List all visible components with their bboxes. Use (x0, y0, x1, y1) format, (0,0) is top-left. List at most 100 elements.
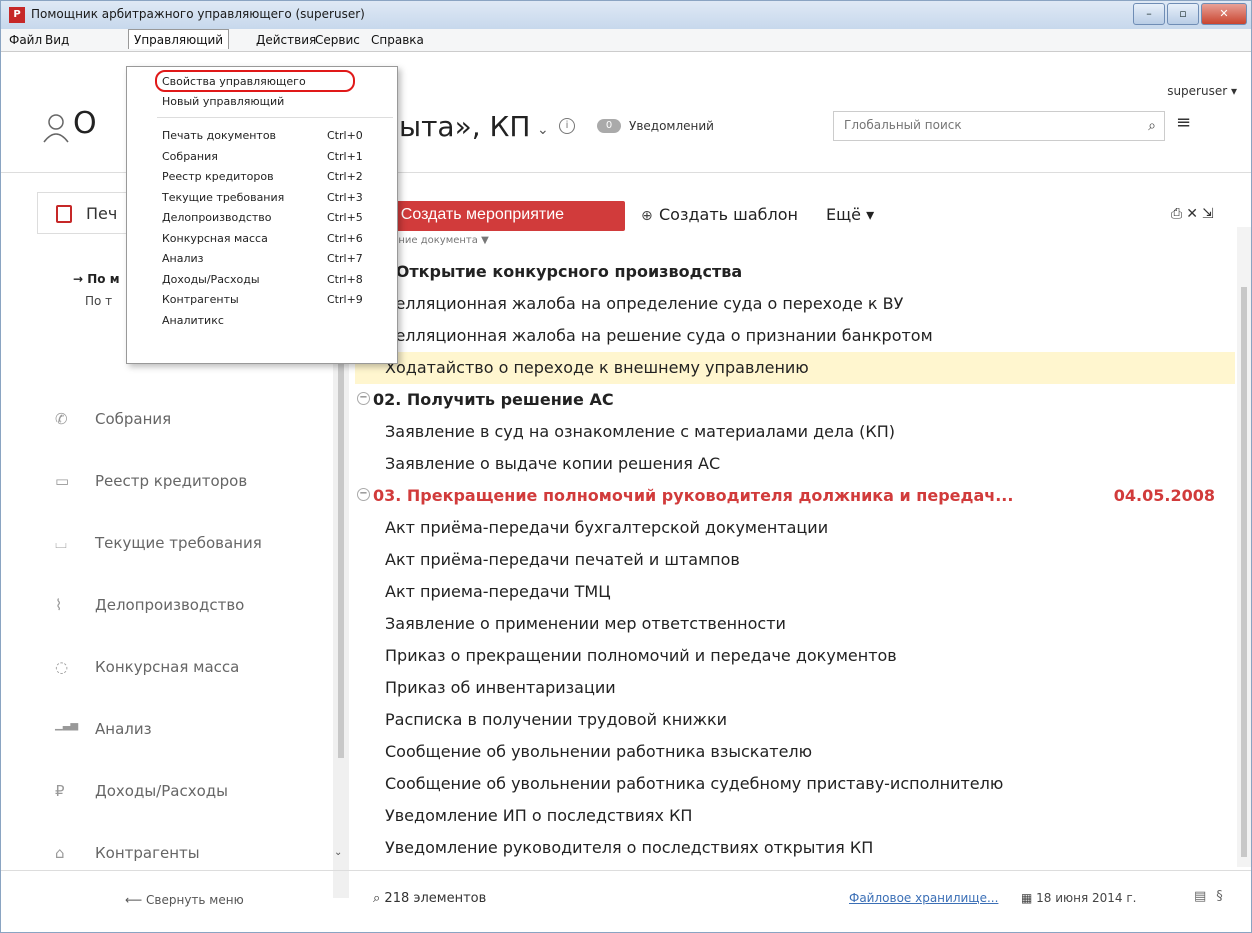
bank-icon: ⌂ (55, 844, 65, 862)
window-title: Помощник арбитражного управляющего (supe… (31, 7, 365, 21)
scroll-down-icon[interactable]: ⌄ (334, 847, 342, 858)
menu-item-new-manager[interactable]: Новый управляющий (162, 95, 284, 108)
menu-item[interactable]: Доходы/Расходы (162, 273, 260, 286)
menu-item[interactable]: Аналитикс (162, 314, 224, 327)
info-icon[interactable]: i (559, 118, 575, 134)
paperclip-icon: ⌇ (55, 596, 63, 614)
menu-shortcut: Ctrl+8 (327, 272, 363, 286)
chevron-down-icon[interactable]: ⌄ (537, 122, 549, 138)
menu-item[interactable]: Контрагенты (162, 293, 239, 306)
menu-item[interactable]: Анализ (162, 252, 204, 265)
row-title: Заявление о выдаче копии решения АС (385, 454, 721, 473)
row-title: Сообщение об увольнении работника судебн… (385, 774, 1004, 793)
template-icon[interactable]: ⊕ (641, 208, 653, 224)
notes-icon[interactable]: ▤ (1194, 889, 1216, 904)
table-row[interactable]: Приказ об инвентаризации (355, 672, 1235, 704)
notification-label[interactable]: Уведомлений (629, 119, 714, 133)
create-template-button[interactable]: Создать шаблон (659, 205, 798, 224)
org-title-start[interactable]: О (73, 106, 97, 141)
profile-icon (43, 114, 69, 143)
table-row[interactable]: Сообщение об увольнении работника судебн… (355, 768, 1235, 800)
search-input[interactable] (842, 117, 1126, 133)
item-count: ⌕ 218 элементов (373, 891, 487, 906)
row-title: Акт приема-передачи ТМЦ (385, 582, 611, 601)
maximize-button[interactable]: ▫ (1167, 3, 1199, 25)
menu-item[interactable]: Собрания (162, 150, 218, 163)
row-title: 1. Открытие конкурсного производства (373, 262, 743, 281)
sort-sub-label: По т (85, 294, 113, 308)
table-row[interactable]: Приказ о прекращении полномочий и переда… (355, 640, 1235, 672)
row-title: Заявление о применении мер ответственнос… (385, 614, 786, 633)
sidebar-item-label: Печ (86, 204, 118, 223)
menu-manager[interactable]: Управляющий (128, 29, 230, 49)
collapse-toggle-icon[interactable]: − (357, 488, 370, 501)
menu-item[interactable]: Печать документов (162, 129, 276, 142)
table-row[interactable]: Заявление в суд на ознакомление с матери… (355, 416, 1235, 448)
hamburger-menu-icon[interactable]: ≡ (1176, 112, 1191, 133)
menu-service[interactable]: Сервис (315, 33, 360, 47)
table-row[interactable]: Акт приема-передачи ТМЦ (355, 576, 1235, 608)
menu-shortcut: Ctrl+2 (327, 170, 363, 183)
menu-help[interactable]: Справка (371, 33, 424, 47)
group-row[interactable]: −02. Получить решение АС (355, 384, 1235, 416)
table-row[interactable]: Расписка в получении трудовой книжки (355, 704, 1235, 736)
sort-label[interactable]: → По м (73, 272, 120, 286)
status-date: ▦ 18 июня 2014 г. (1021, 891, 1137, 905)
table-row[interactable]: пелляционная жалоба на определение суда … (355, 288, 1235, 320)
user-menu[interactable]: superuser ▾ (1167, 84, 1237, 98)
table-row[interactable]: Акт приёма-передачи печатей и штампов (355, 544, 1235, 576)
search-icon[interactable]: ⌕ (1148, 118, 1156, 134)
menu-item[interactable]: Реестр кредиторов (162, 170, 274, 183)
ruble-icon: ₽ (55, 782, 65, 800)
table-row[interactable]: Акт приёма-передачи бухгалтерской докуме… (355, 512, 1235, 544)
row-title: пелляционная жалоба на решение суда о пр… (385, 326, 933, 345)
group-row[interactable]: −03. Прекращение полномочий руководителя… (355, 480, 1235, 512)
global-search[interactable]: ⌕ (833, 111, 1165, 141)
export-icon[interactable]: ⇲ (1202, 206, 1218, 222)
document-icon (56, 205, 72, 223)
menu-file[interactable]: Файл (9, 33, 42, 47)
create-event-button[interactable]: + Создать мероприятие (365, 201, 625, 231)
table-row[interactable]: пелляционная жалоба на решение суда о пр… (355, 320, 1235, 352)
section-icon[interactable]: § (1216, 889, 1233, 904)
file-storage-link[interactable]: Файловое хранилище... (849, 891, 998, 905)
table-row[interactable]: Сообщение об увольнении работника взыска… (355, 736, 1235, 768)
more-button[interactable]: Ещё ▾ (826, 205, 874, 224)
close-small-icon[interactable]: ✕ (1186, 206, 1202, 222)
table-row[interactable]: Заявление о выдаче копии решения АС (355, 448, 1235, 480)
menu-separator (157, 117, 393, 118)
table-row[interactable]: Заявление о применении мер ответственнос… (355, 608, 1235, 640)
menu-shortcut: Ctrl+0 (327, 129, 363, 142)
main-scroll-thumb[interactable] (1241, 287, 1247, 857)
notification-count-badge[interactable]: 0 (597, 119, 621, 133)
collapse-menu-button[interactable]: ⟵ Свернуть меню (125, 893, 244, 907)
app-logo-icon: P (9, 7, 25, 23)
menu-shortcut: Ctrl+5 (327, 211, 363, 224)
minimize-button[interactable]: – (1133, 3, 1165, 25)
menu-item[interactable]: Текущие требования (162, 191, 284, 204)
menu-actions[interactable]: Действия (256, 33, 316, 47)
table-row[interactable]: Ходатайство о переходе к внешнему управл… (355, 352, 1235, 384)
app-window: P Помощник арбитражного управляющего (su… (0, 0, 1252, 933)
row-date: 04.05.2008 (1113, 486, 1215, 505)
menu-item[interactable]: Делопроизводство (162, 211, 272, 224)
row-title: Заявление в суд на ознакомление с матери… (385, 422, 895, 441)
bar-chart-icon: ▁▃▅ (55, 720, 79, 731)
row-title: Приказ о прекращении полномочий и переда… (385, 646, 897, 665)
close-button[interactable]: ✕ (1201, 3, 1247, 25)
collapse-toggle-icon[interactable]: − (357, 392, 370, 405)
group-row[interactable]: 1. Открытие конкурсного производства (355, 256, 1235, 288)
print-icon[interactable]: ⎙ (1171, 206, 1186, 222)
menu-item-manager-properties[interactable]: Свойства управляющего (162, 75, 306, 88)
table-row[interactable]: Уведомление ИП о последствиях КП (355, 800, 1235, 832)
handshake-icon: ✆ (55, 410, 68, 428)
menu-shortcut: Ctrl+6 (327, 231, 363, 245)
org-title-end[interactable]: ыта», КП (399, 110, 530, 143)
menu-item[interactable]: Конкурсная масса (162, 232, 268, 245)
table-row[interactable]: Уведомление руководителя о последствиях … (355, 832, 1235, 864)
menu-shortcut: Ctrl+7 (327, 252, 363, 265)
menu-view[interactable]: Вид (45, 33, 69, 47)
row-title: 03. Прекращение полномочий руководителя … (373, 486, 1014, 505)
mass-icon: ◌ (55, 658, 69, 676)
menu-shortcut: Ctrl+3 (327, 190, 363, 204)
